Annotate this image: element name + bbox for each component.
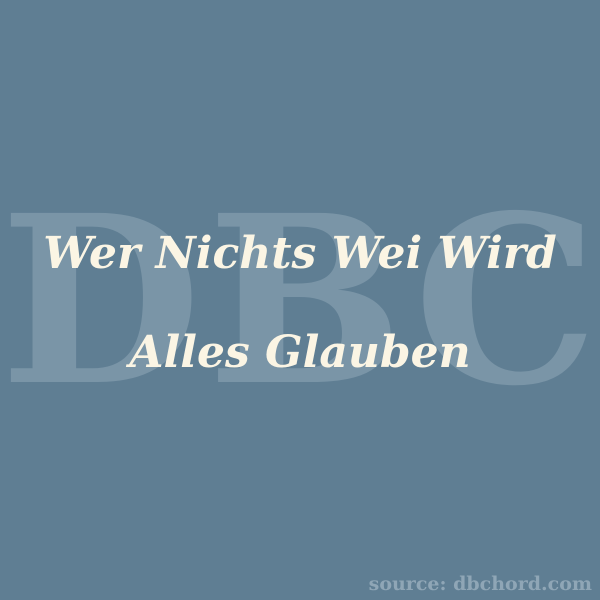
song-title-line-2: Alles Glauben bbox=[129, 327, 471, 378]
quote-image: DBC Wer Nichts Wei Wird Alles Glauben so… bbox=[0, 0, 600, 600]
song-title-line-1: Wer Nichts Wei Wird bbox=[43, 228, 557, 279]
watermark-logo: DBC bbox=[0, 164, 600, 437]
source-credit: source: dbchord.com bbox=[368, 573, 592, 595]
